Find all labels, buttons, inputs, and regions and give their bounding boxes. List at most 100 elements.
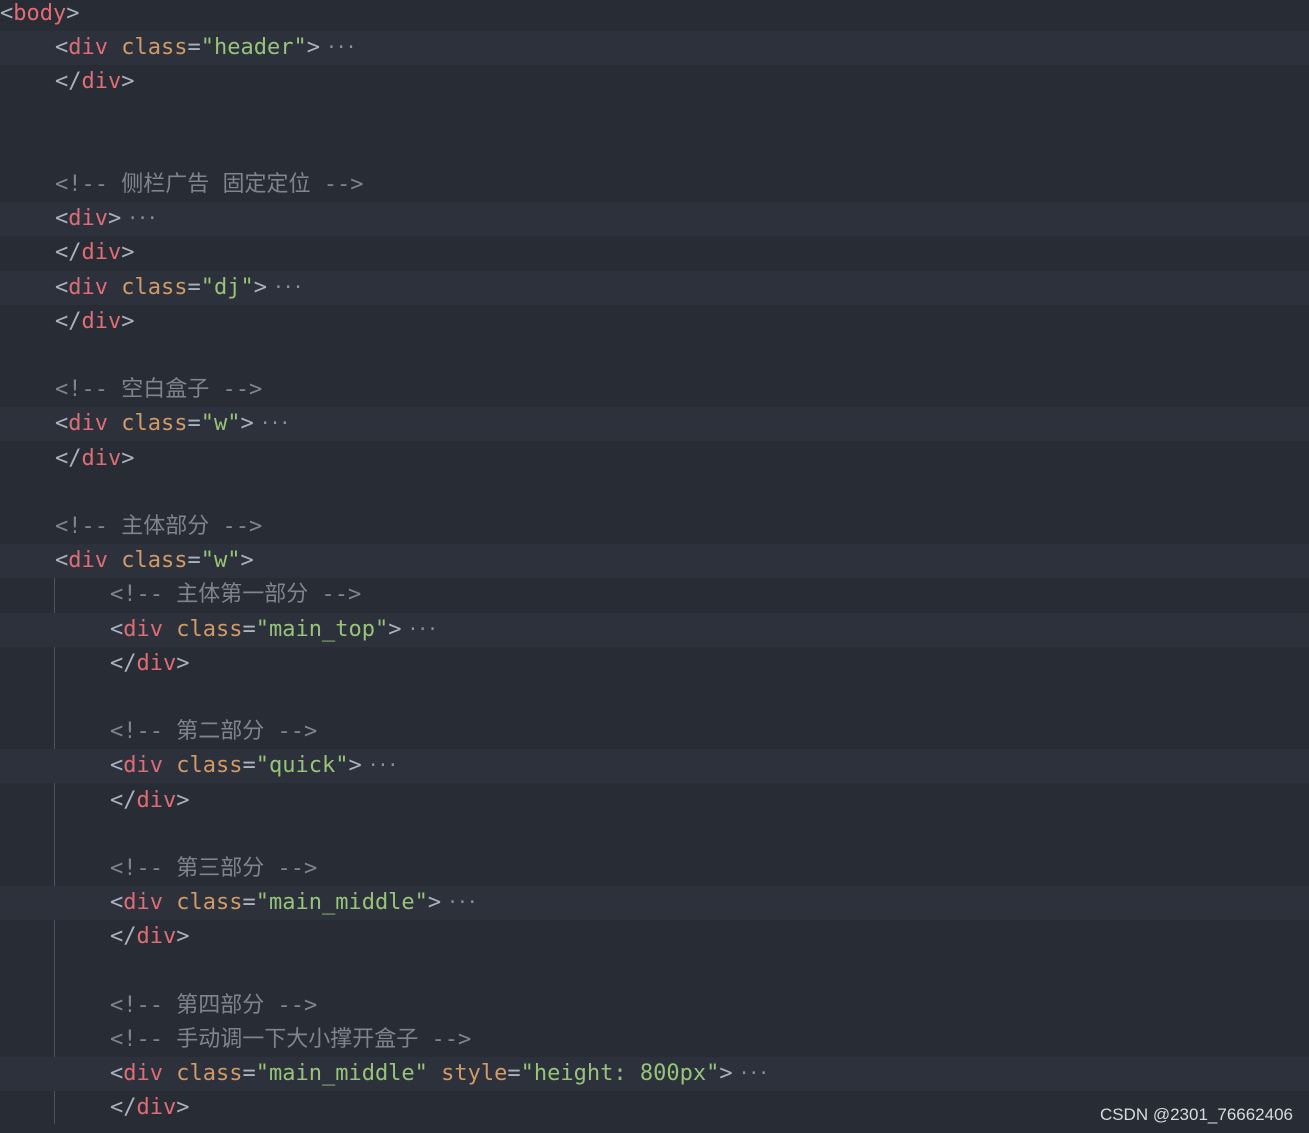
code-line[interactable]: </div> — [0, 647, 1309, 681]
attribute-value: "w" — [200, 411, 241, 437]
code-line[interactable]: <!-- 第二部分 --> — [0, 715, 1309, 749]
tag-bracket: </ — [55, 445, 82, 471]
code-line[interactable]: <div class="main_top"> ··· — [0, 612, 1309, 647]
code-line[interactable]: <div class="quick"> ··· — [0, 749, 1309, 784]
fold-ellipsis-icon[interactable]: ··· — [273, 277, 303, 298]
tag-name: div — [123, 753, 163, 779]
tag-name: div — [136, 787, 177, 813]
attribute-value: "main_middle" — [255, 1061, 428, 1087]
code-line[interactable] — [0, 134, 1309, 168]
fold-ellipsis-icon[interactable]: ··· — [447, 892, 477, 913]
code-comment: <!-- 侧栏广告 固定定位 --> — [55, 172, 364, 197]
equals-sign: = — [187, 35, 201, 61]
fold-ellipsis-icon[interactable]: ··· — [407, 619, 437, 640]
code-line[interactable]: <div class="w"> ··· — [0, 407, 1309, 442]
tag-name: div — [68, 548, 108, 574]
attribute-name: class — [121, 35, 188, 61]
tag-bracket: > — [121, 445, 135, 471]
code-line[interactable]: <!-- 主体第一部分 --> — [0, 578, 1309, 612]
code-line[interactable]: <!-- 手动调一下大小撑开盒子 --> — [0, 1023, 1309, 1057]
code-line[interactable]: <!-- 第三部分 --> — [0, 852, 1309, 886]
attribute-value: "quick" — [255, 753, 349, 779]
code-line[interactable]: <div class="dj"> ··· — [0, 270, 1309, 305]
tag-bracket: > — [388, 616, 402, 642]
attribute-name: class — [176, 616, 243, 642]
fold-ellipsis-icon[interactable]: ··· — [326, 37, 356, 58]
code-line[interactable]: <div class="main_middle"> ··· — [0, 886, 1309, 921]
tag-bracket: > — [240, 548, 254, 574]
fold-ellipsis-icon[interactable]: ··· — [368, 755, 398, 776]
code-line[interactable]: <div class="w"> — [0, 544, 1309, 579]
code-line[interactable] — [0, 955, 1309, 989]
code-line[interactable] — [0, 476, 1309, 510]
attribute-value: "dj" — [200, 274, 254, 300]
code-line[interactable]: </div> — [0, 920, 1309, 954]
tag-bracket: < — [55, 274, 69, 300]
tag-name: div — [136, 1095, 177, 1121]
code-line[interactable]: <div class="header"> ··· — [0, 31, 1309, 66]
tag-name: div — [68, 411, 108, 437]
code-comment: <!-- 第二部分 --> — [110, 719, 318, 745]
tag-name: div — [123, 890, 163, 916]
code-line[interactable]: </div> — [0, 442, 1309, 476]
code-line[interactable]: </div> — [0, 305, 1309, 339]
code-line[interactable]: <div> ··· — [0, 202, 1309, 237]
tag-name: div — [68, 35, 108, 61]
equals-sign: = — [242, 753, 256, 779]
tag-bracket: > — [176, 1095, 190, 1121]
equals-sign: = — [242, 1061, 256, 1087]
code-line[interactable]: <!-- 空白盒子 --> — [0, 373, 1309, 407]
tag-bracket: > — [176, 650, 190, 676]
code-comment: <!-- 手动调一下大小撑开盒子 --> — [110, 1027, 472, 1052]
code-editor[interactable]: <body> <div class="header"> ··· </div> <!-- … — [0, 0, 1309, 1133]
tag-bracket: < — [110, 1061, 124, 1087]
attribute-value: "main_middle" — [255, 890, 428, 916]
code-line[interactable]: <!-- 侧栏广告 固定定位 --> — [0, 168, 1309, 202]
tag-bracket: < — [0, 1, 14, 26]
code-line[interactable]: </div> — [0, 236, 1309, 270]
attribute-name: style — [441, 1061, 508, 1087]
tag-name: div — [123, 1061, 163, 1087]
tag-bracket: </ — [55, 69, 82, 95]
equals-sign: = — [507, 1061, 521, 1087]
code-line[interactable]: <!-- 第四部分 --> — [0, 989, 1309, 1023]
tag-name: div — [81, 445, 122, 471]
watermark: CSDN @2301_76662406 — [1099, 1105, 1293, 1124]
fold-ellipsis-icon[interactable]: ··· — [127, 208, 157, 229]
code-line[interactable]: <body> — [0, 0, 1309, 31]
code-line[interactable]: </div> — [0, 65, 1309, 99]
code-line[interactable] — [0, 100, 1309, 134]
code-line[interactable]: </div> — [0, 784, 1309, 818]
tag-bracket: < — [55, 548, 69, 574]
tag-bracket: </ — [110, 650, 137, 676]
tag-bracket: </ — [110, 1095, 137, 1121]
code-line[interactable]: <!-- 主体部分 --> — [0, 510, 1309, 544]
fold-ellipsis-icon[interactable]: ··· — [260, 413, 290, 434]
attribute-value: "header" — [200, 35, 307, 61]
code-line[interactable]: <div class="main_middle" style="height: … — [0, 1057, 1309, 1092]
tag-bracket: </ — [110, 787, 137, 813]
code-line[interactable] — [0, 818, 1309, 852]
tag-name: body — [13, 1, 67, 26]
tag-bracket: < — [110, 616, 124, 642]
tag-bracket: > — [108, 206, 122, 232]
fold-ellipsis-icon[interactable]: ··· — [739, 1063, 769, 1084]
code-line[interactable] — [0, 339, 1309, 373]
tag-bracket: < — [110, 753, 124, 779]
attribute-name: class — [121, 548, 188, 574]
tag-name: div — [81, 69, 122, 95]
tag-bracket: > — [121, 308, 135, 334]
tag-name: div — [81, 308, 122, 334]
tag-name: div — [123, 616, 163, 642]
code-line[interactable] — [0, 681, 1309, 715]
tag-bracket: > — [121, 240, 135, 266]
tag-bracket: < — [55, 35, 69, 61]
